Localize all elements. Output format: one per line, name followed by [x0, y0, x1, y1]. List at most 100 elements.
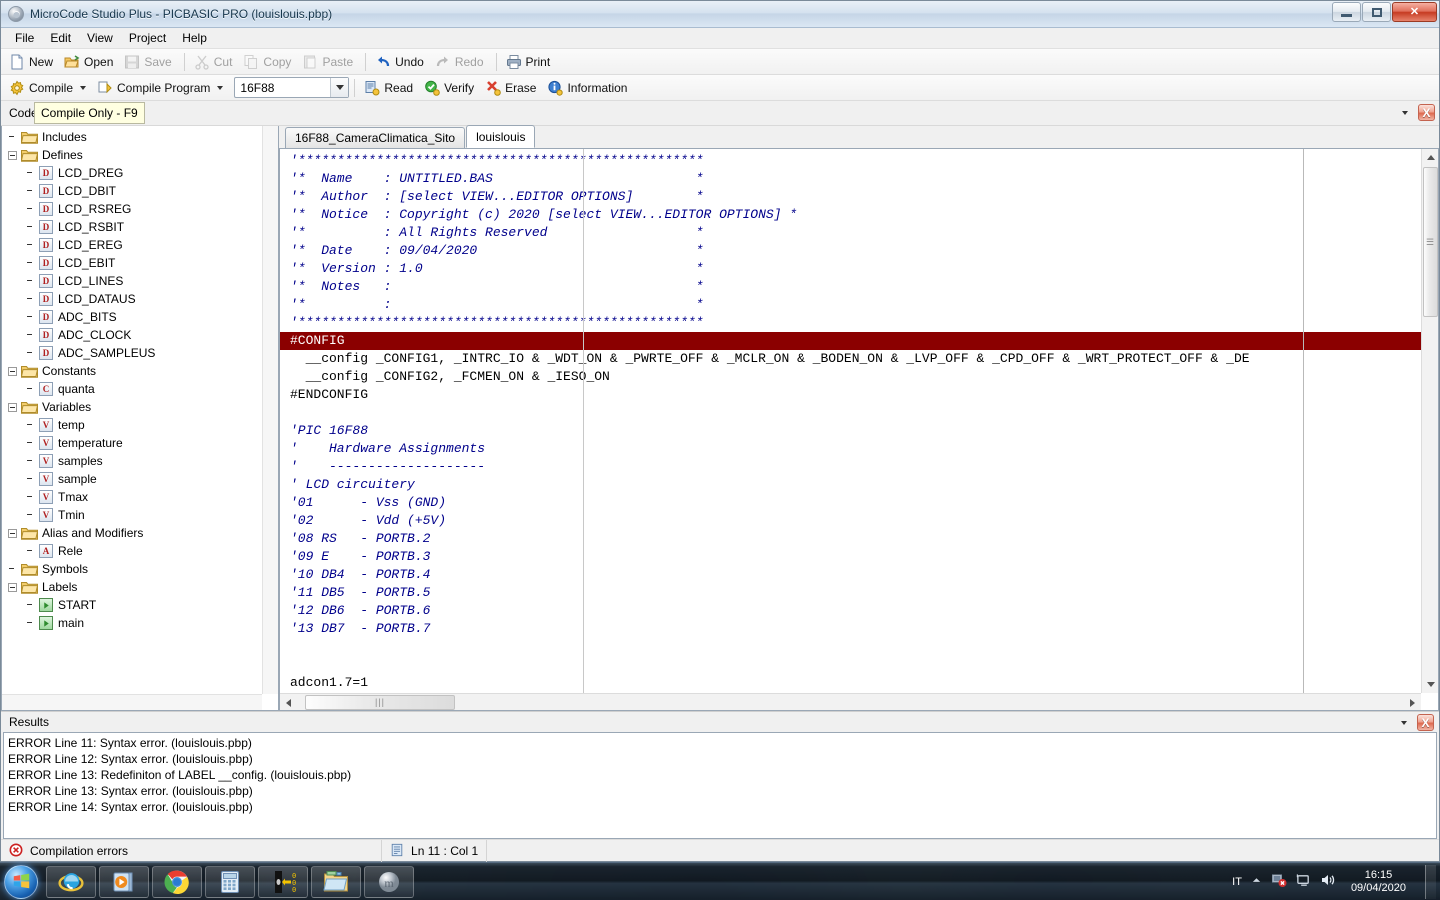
tray-language[interactable]: IT — [1232, 876, 1242, 888]
redo-button[interactable]: Redo — [431, 51, 491, 73]
editor-vertical-scroll-thumb[interactable]: ☰ — [1423, 167, 1438, 317]
tree-node-adc-sampleus[interactable]: DADC_SAMPLEUS — [2, 344, 262, 362]
code-line[interactable]: '10 DB4 - PORTB.4 — [280, 566, 1421, 584]
compile-program-button[interactable]: Compile Program — [93, 77, 230, 99]
microcode-studio-icon[interactable]: m — [364, 866, 414, 898]
results-output[interactable]: ERROR Line 11: Syntax error. (louislouis… — [3, 732, 1437, 839]
code-line[interactable]: '* : * — [280, 296, 1421, 314]
code-panel-close-button[interactable]: X — [1418, 104, 1435, 121]
chevron-down-icon-2[interactable] — [217, 86, 223, 90]
code-line[interactable] — [280, 404, 1421, 422]
tree-node-lcd-dataus[interactable]: DLCD_DATAUS — [2, 290, 262, 308]
menu-file[interactable]: File — [7, 29, 42, 47]
code-line[interactable]: adcon1.7=1 — [280, 674, 1421, 692]
verify-button[interactable]: Verify — [420, 77, 481, 99]
collapse-toggle-icon[interactable] — [8, 529, 17, 538]
results-chevron-icon[interactable] — [1401, 721, 1407, 725]
menu-project[interactable]: Project — [121, 29, 174, 47]
tree-node-constants[interactable]: Constants — [2, 362, 262, 380]
code-explorer-tree[interactable]: IncludesDefinesDLCD_DREGDLCD_DBITDLCD_RS… — [2, 126, 262, 694]
tree-node-lcd-ereg[interactable]: DLCD_EREG — [2, 236, 262, 254]
tree-node-symbols[interactable]: Symbols — [2, 560, 262, 578]
code-line[interactable]: '***************************************… — [280, 152, 1421, 170]
collapse-toggle-icon[interactable] — [8, 583, 17, 592]
code-line[interactable]: '* Author : [select VIEW...EDITOR OPTION… — [280, 188, 1421, 206]
volume-icon[interactable] — [1320, 872, 1336, 891]
code-line[interactable]: 'PIC 16F88 — [280, 422, 1421, 440]
code-line[interactable]: '11 DB5 - PORTB.5 — [280, 584, 1421, 602]
tree-node-lcd-dreg[interactable]: DLCD_DREG — [2, 164, 262, 182]
tree-node-lcd-dbit[interactable]: DLCD_DBIT — [2, 182, 262, 200]
code-line[interactable]: '01 - Vss (GND) — [280, 494, 1421, 512]
tree-horizontal-scrollbar[interactable] — [2, 694, 262, 710]
restore-button[interactable] — [1362, 2, 1391, 22]
compile-button[interactable]: Compile — [5, 77, 93, 99]
paste-button[interactable]: Paste — [298, 51, 360, 73]
editor-scroll-left-button[interactable] — [280, 694, 297, 711]
code-line[interactable]: '* Notice : Copyright (c) 2020 [select V… — [280, 206, 1421, 224]
code-line[interactable]: '12 DB6 - PORTB.6 — [280, 602, 1421, 620]
tree-node-tmax[interactable]: VTmax — [2, 488, 262, 506]
collapse-toggle-icon[interactable] — [8, 403, 17, 412]
read-button[interactable]: Read — [360, 77, 420, 99]
tree-node-samples[interactable]: Vsamples — [2, 452, 262, 470]
copy-button[interactable]: Copy — [239, 51, 298, 73]
editor-horizontal-scroll-thumb[interactable]: ||| — [305, 695, 455, 710]
media-player-icon[interactable] — [99, 866, 149, 898]
chrome-icon[interactable] — [152, 866, 202, 898]
erase-button[interactable]: Erase — [481, 77, 543, 99]
code-line[interactable]: '* : All Rights Reserved * — [280, 224, 1421, 242]
minimize-button[interactable] — [1332, 2, 1361, 22]
results-close-button[interactable]: X — [1417, 714, 1434, 731]
tree-vertical-scrollbar[interactable] — [262, 126, 278, 694]
result-error-line[interactable]: ERROR Line 14: Syntax error. (louislouis… — [8, 799, 1436, 815]
code-editor[interactable]: '***************************************… — [279, 149, 1439, 711]
code-line[interactable]: '13 DB7 - PORTB.7 — [280, 620, 1421, 638]
internet-explorer-icon[interactable] — [46, 866, 96, 898]
device-select-arrow[interactable] — [330, 78, 348, 97]
tree-node-lcd-ebit[interactable]: DLCD_EBIT — [2, 254, 262, 272]
code-line[interactable]: '***************************************… — [280, 314, 1421, 332]
code-line[interactable]: '08 RS - PORTB.2 — [280, 530, 1421, 548]
pic-programmer-icon[interactable]: 0 0 0 — [258, 866, 308, 898]
tree-node-labels[interactable]: Labels — [2, 578, 262, 596]
editor-horizontal-scrollbar[interactable]: ||| — [280, 693, 1421, 710]
open-button[interactable]: Open — [60, 51, 120, 73]
calculator-icon[interactable] — [205, 866, 255, 898]
code-line[interactable]: '* Notes : * — [280, 278, 1421, 296]
file-explorer-icon[interactable] — [311, 866, 361, 898]
result-error-line[interactable]: ERROR Line 13: Redefiniton of LABEL __co… — [8, 767, 1436, 783]
editor-scroll-up-button[interactable] — [1422, 149, 1439, 166]
code-line[interactable]: __config _CONFIG1, _INTRC_IO & _WDT_ON &… — [280, 350, 1421, 368]
tree-node-lcd-rsreg[interactable]: DLCD_RSREG — [2, 200, 262, 218]
display-icon[interactable] — [1296, 873, 1311, 891]
result-error-line[interactable]: ERROR Line 11: Syntax error. (louislouis… — [8, 735, 1436, 751]
tree-node-variables[interactable]: Variables — [2, 398, 262, 416]
code-line[interactable]: __config _CONFIG2, _FCMEN_ON & _IESO_ON — [280, 368, 1421, 386]
undo-button[interactable]: Undo — [371, 51, 431, 73]
tree-node-sample[interactable]: Vsample — [2, 470, 262, 488]
code-line[interactable]: ' LCD circuitery — [280, 476, 1421, 494]
tree-node-lcd-lines[interactable]: DLCD_LINES — [2, 272, 262, 290]
editor-vertical-scrollbar[interactable]: ☰ — [1421, 149, 1438, 693]
code-line[interactable] — [280, 638, 1421, 656]
code-line[interactable]: '02 - Vdd (+5V) — [280, 512, 1421, 530]
result-error-line[interactable]: ERROR Line 12: Syntax error. (louislouis… — [8, 751, 1436, 767]
code-line[interactable]: '09 E - PORTB.3 — [280, 548, 1421, 566]
result-error-line[interactable]: ERROR Line 13: Syntax error. (louislouis… — [8, 783, 1436, 799]
device-select[interactable]: 16F88 — [234, 77, 349, 98]
collapse-toggle-icon[interactable] — [8, 367, 17, 376]
tree-node-quanta[interactable]: Cquanta — [2, 380, 262, 398]
tree-node-defines[interactable]: Defines — [2, 146, 262, 164]
code-line[interactable]: ' Hardware Assignments — [280, 440, 1421, 458]
code-line[interactable]: #ENDCONFIG — [280, 386, 1421, 404]
code-line[interactable] — [280, 656, 1421, 674]
tree-node-adc-bits[interactable]: DADC_BITS — [2, 308, 262, 326]
chevron-up-icon[interactable] — [1251, 875, 1262, 889]
chevron-down-icon[interactable] — [80, 86, 86, 90]
tree-node-start[interactable]: START — [2, 596, 262, 614]
show-desktop-button[interactable] — [1425, 865, 1436, 899]
code-panel-chevron-icon[interactable] — [1402, 111, 1408, 115]
cut-button[interactable]: Cut — [190, 51, 240, 73]
tab-louislouis[interactable]: louislouis — [466, 125, 535, 148]
